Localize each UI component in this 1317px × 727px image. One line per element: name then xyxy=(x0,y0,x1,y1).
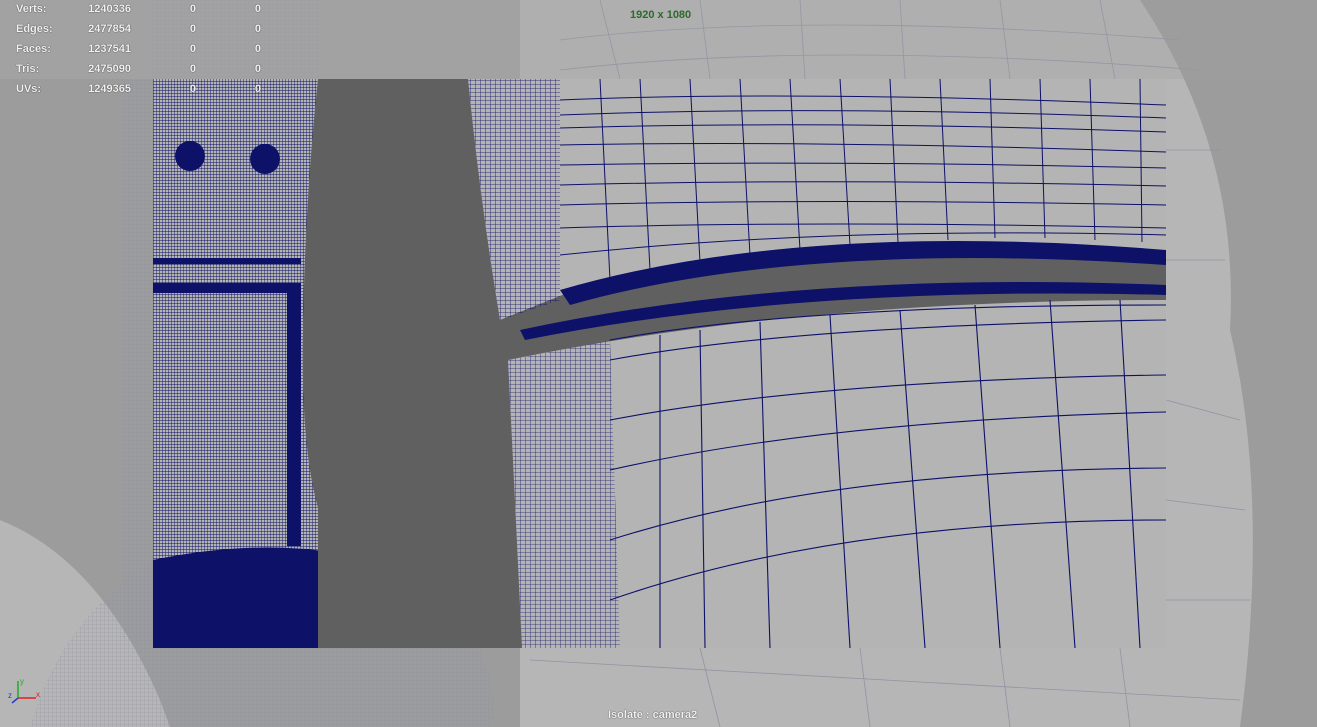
xyz-axis-gizmo-icon: x y z xyxy=(8,676,44,706)
hud-edges-total: 2477854 xyxy=(88,23,131,35)
hole-left xyxy=(175,141,205,171)
svg-text:y: y xyxy=(20,677,24,686)
hud-uvs-selected: 0 xyxy=(189,83,196,95)
hud-tris-selected: 0 xyxy=(189,63,196,75)
hud-verts-selected: 0 xyxy=(189,3,196,15)
hud-label-faces: Faces: xyxy=(16,43,51,55)
hud-verts-component: 0 xyxy=(254,3,261,15)
hud-faces-total: 1237541 xyxy=(88,43,131,55)
hud-faces-selected: 0 xyxy=(189,43,196,55)
resolution-gate-region xyxy=(153,79,1166,648)
hud-edges-component: 0 xyxy=(254,23,261,35)
viewport-canvas[interactable] xyxy=(0,0,1317,727)
hud-uvs-total: 1249365 xyxy=(88,83,131,95)
hud-label-verts: Verts: xyxy=(16,3,47,15)
hud-label-edges: Edges: xyxy=(16,23,53,35)
hud-label-uvs: UVs: xyxy=(16,83,42,95)
hud-uvs-component: 0 xyxy=(254,83,261,95)
hud-verts-total: 1240336 xyxy=(88,3,131,15)
hud-label-tris: Tris: xyxy=(16,63,40,75)
hud-edges-selected: 0 xyxy=(189,23,196,35)
hud-tris-total: 2475090 xyxy=(88,63,131,75)
viewport[interactable] xyxy=(0,0,1317,727)
hole-right xyxy=(250,144,280,174)
hud-tris-component: 0 xyxy=(254,63,261,75)
svg-text:z: z xyxy=(8,691,12,700)
hud-faces-component: 0 xyxy=(254,43,261,55)
isolate-camera-label: Isolate : camera2 xyxy=(608,709,698,721)
svg-text:x: x xyxy=(36,690,40,699)
resolution-gate-label: 1920 x 1080 xyxy=(630,9,692,21)
